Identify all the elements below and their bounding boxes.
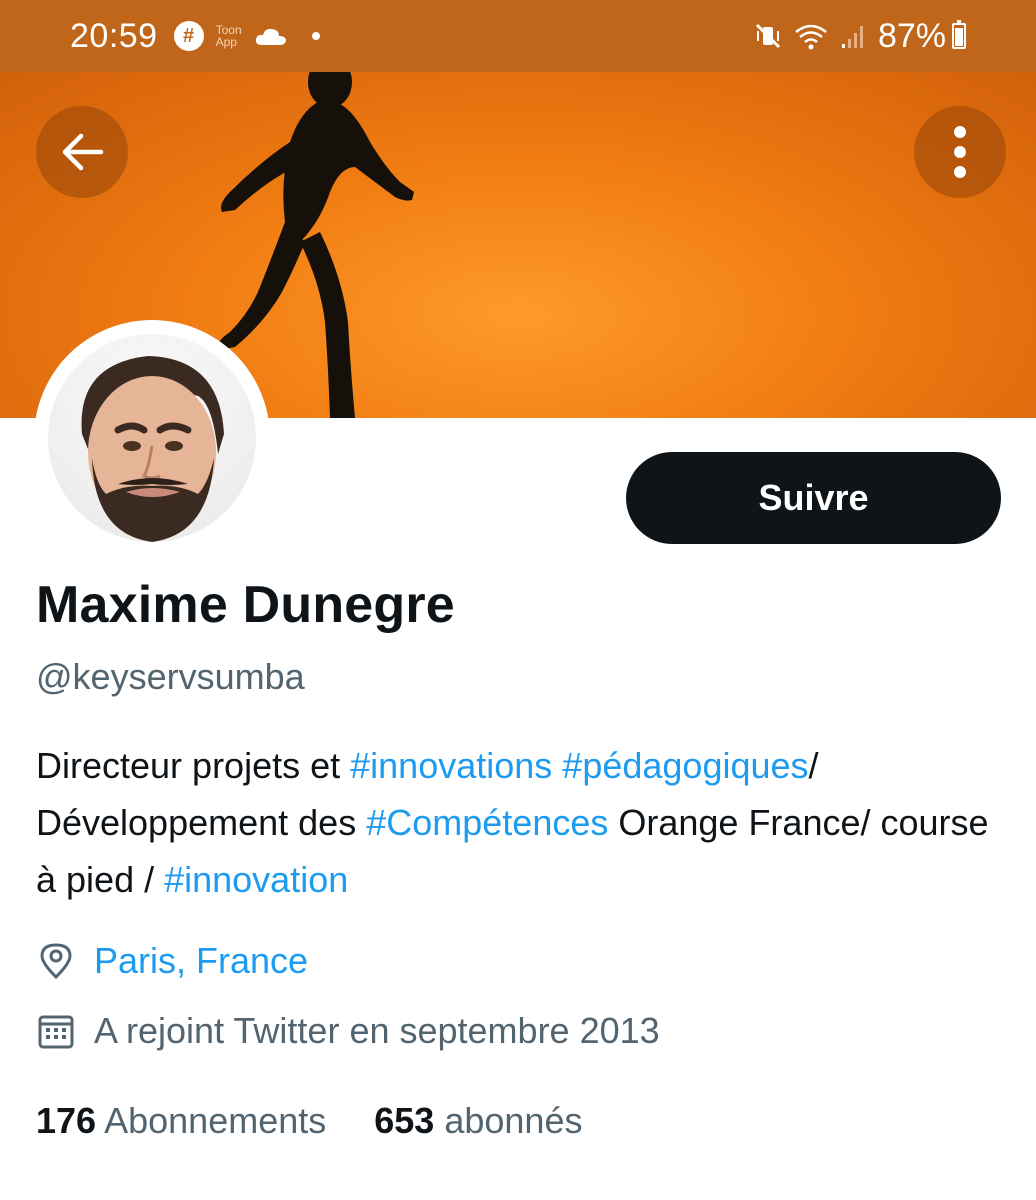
joined-row: A rejoint Twitter en septembre 2013 — [36, 1010, 660, 1052]
toon-app-label-2: App — [215, 35, 237, 49]
location-link[interactable]: Paris, France — [94, 940, 308, 982]
location-row: Paris, France — [36, 940, 308, 982]
hashtag-link-competences[interactable]: #Compétences — [366, 802, 608, 843]
status-bar-left: 20:59 # Toon App — [70, 17, 320, 56]
vibrate-mute-icon — [755, 23, 780, 49]
follow-counts: 176 Abonnements 653 abonnés — [36, 1100, 630, 1142]
location-pin-icon — [40, 943, 72, 980]
joined-date: A rejoint Twitter en septembre 2013 — [94, 1010, 660, 1051]
cloud-icon — [255, 28, 286, 45]
followers-label: abonnés — [444, 1100, 583, 1141]
clock: 20:59 — [70, 16, 158, 55]
calendar-icon — [38, 1015, 74, 1049]
following-count: 176 — [36, 1100, 97, 1141]
status-bar-right: 87% — [742, 17, 966, 56]
hashtag-link-innovation[interactable]: #innovation — [164, 859, 348, 900]
arrow-left-icon — [62, 133, 104, 171]
notification-dot-icon — [311, 32, 320, 40]
avatar-image — [48, 334, 256, 542]
more-vertical-icon — [954, 126, 966, 178]
hashtag-app-icon: # — [173, 21, 204, 51]
battery-icon — [952, 20, 966, 49]
wifi-icon — [795, 24, 827, 50]
cartoon-face-image — [81, 356, 225, 542]
more-options-button[interactable] — [914, 106, 1006, 198]
display-name: Maxime Dunegre — [36, 576, 455, 634]
followers-count-link[interactable]: 653 abonnés — [374, 1100, 582, 1142]
hashtag-link-pedagogiques[interactable]: #pédagogiques — [562, 745, 808, 786]
following-count-link[interactable]: 176 Abonnements — [36, 1100, 326, 1142]
battery-percent: 87% — [877, 16, 946, 55]
status-bar: 20:59 # Toon App 87% — [0, 0, 1036, 72]
followers-count: 653 — [374, 1100, 435, 1141]
hashtag-link-innovations[interactable]: #innovations — [350, 745, 552, 786]
following-label: Abonnements — [104, 1100, 327, 1141]
follow-button[interactable]: Suivre — [626, 452, 1001, 544]
profile-bio: Directeur projets et #innovations #pédag… — [36, 737, 996, 908]
toon-app-icon: Toon App — [216, 24, 242, 48]
username-handle: @keyservsumba — [36, 656, 305, 697]
back-button[interactable] — [36, 106, 128, 198]
signal-icon — [841, 26, 863, 48]
bio-space — [552, 745, 562, 786]
bio-text-1: Directeur projets et — [36, 745, 351, 786]
profile-avatar[interactable] — [34, 320, 270, 556]
